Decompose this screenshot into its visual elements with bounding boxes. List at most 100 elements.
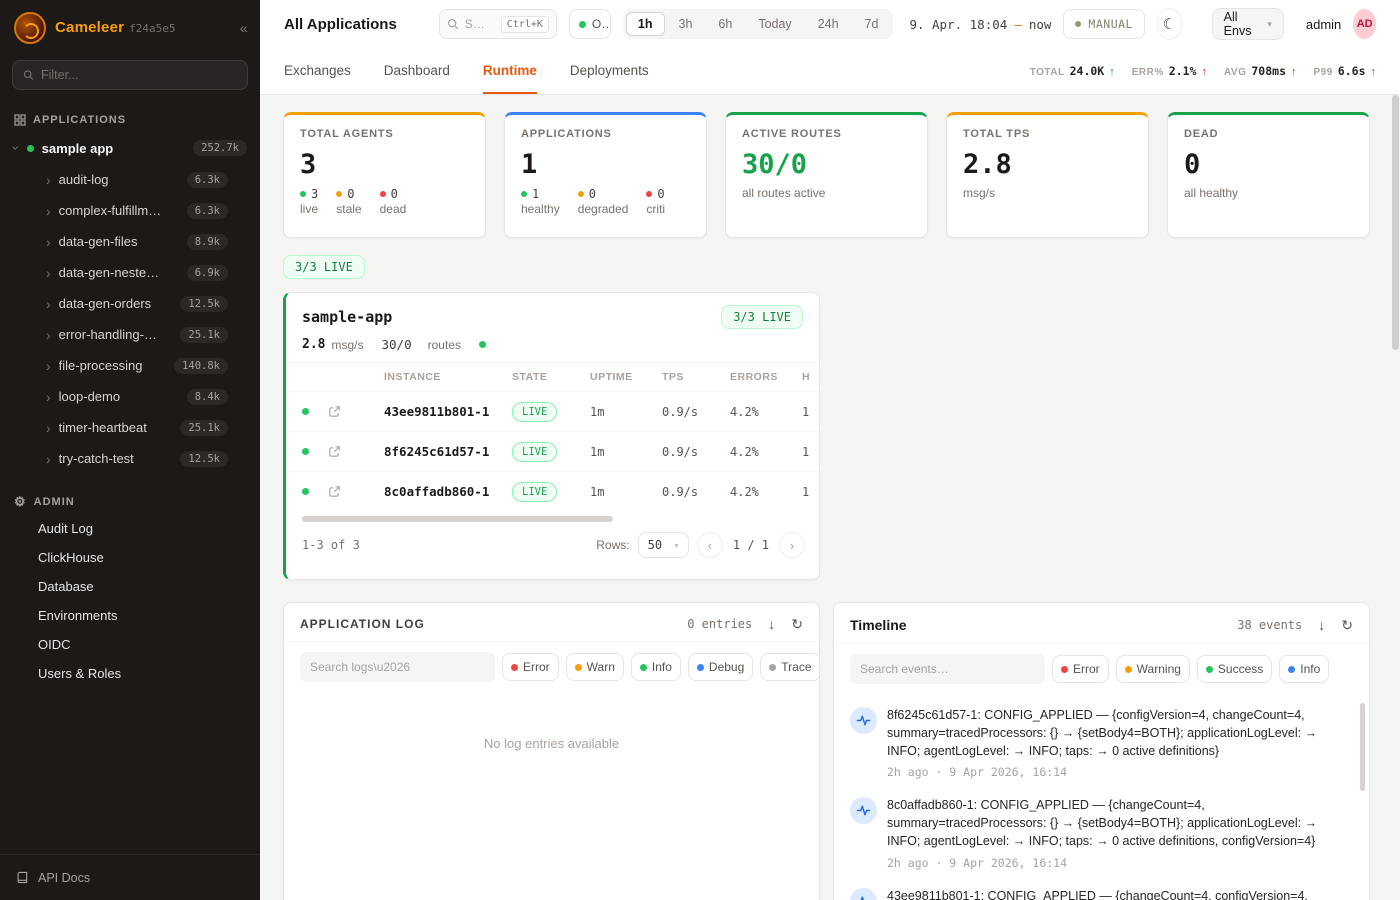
time-range-1h[interactable]: 1h [626,12,665,36]
sidebar-item-audit-log-admin[interactable]: Audit Log [0,514,260,543]
instance-row[interactable]: 8c0affadb860-1 LIVE 1m 0.9/s 4.2% 1 [286,471,819,511]
log-filter-warn[interactable]: Warn [566,653,624,681]
time-range-group: 1h 3h 6h Today 24h 7d [623,9,894,39]
log-filter-debug[interactable]: Debug [688,653,753,681]
avatar[interactable]: AD [1353,9,1376,39]
count-badge: 8.4k [187,389,228,405]
app-card-title[interactable]: sample-app [302,308,392,326]
log-filter-info[interactable]: Info [631,653,681,681]
admin-section-header: ⚙ ADMIN [0,490,260,514]
col-instance: INSTANCE [384,371,512,383]
card-total-agents: TOTAL AGENTS 3 3live 0stale 0dead [283,112,486,238]
timeline-search-input[interactable] [850,654,1045,684]
external-link-icon[interactable] [328,405,384,418]
chevron-right-icon: › [46,173,51,187]
gear-icon: ⚙ [14,494,27,510]
date-range-display[interactable]: 9. Apr. 18:04 — now [909,17,1051,32]
card-subtitle: all routes active [742,186,911,200]
instance-row[interactable]: 43ee9811b801-1 LIVE 1m 0.9/s 4.2% 1 [286,391,819,431]
sidebar-item-data-gen-orders[interactable]: ›data-gen-orders12.5k [0,288,260,319]
global-search[interactable]: Ctrl+K [439,9,557,39]
sidebar-item-complex-fulfillment[interactable]: ›complex-fulfillm…6.3k [0,195,260,226]
table-footer: 1-3 of 3 Rows: 50▾ ‹ 1 / 1 › [286,522,819,558]
dark-mode-toggle[interactable]: ☾ [1157,8,1182,40]
api-docs-link[interactable]: API Docs [0,854,260,900]
online-indicator[interactable]: O… [569,9,611,39]
card-label: APPLICATIONS [521,128,690,140]
date-from: 9. Apr. 18:04 [909,17,1007,32]
arrow-up-icon: ↑ [1201,66,1207,78]
stat-total: TOTAL24.0K↑ [1030,64,1115,78]
sidebar-item-environments[interactable]: Environments [0,601,260,630]
download-icon[interactable]: ↓ [1318,618,1325,632]
refresh-icon[interactable]: ↻ [791,617,803,631]
global-search-input[interactable] [465,17,495,31]
rows-per-page-select[interactable]: 50▾ [638,532,689,558]
sidebar-nav: APPLICATIONS › sample app 252.7k ›audit-… [0,98,260,854]
timeline-event[interactable]: 43ee9811b801-1: CONFIG_APPLIED — {change… [850,879,1347,900]
sidebar-item-loop-demo[interactable]: ›loop-demo8.4k [0,381,260,412]
log-filter-error[interactable]: Error [502,653,559,681]
timeline-scrollbar[interactable] [1360,703,1365,791]
time-range-24h[interactable]: 24h [806,12,851,36]
header-stats: TOTAL24.0K↑ ERR%2.1%↑ AVG708ms↑ P996.6s↑ [1030,48,1376,94]
instance-id: 8f6245c61d57-1 [384,444,512,459]
prev-page-button[interactable]: ‹ [697,532,723,558]
tab-exchanges[interactable]: Exchanges [284,48,351,94]
timeline-filter-error[interactable]: Error [1052,655,1109,683]
sidebar-item-audit-log[interactable]: ›audit-log6.3k [0,164,260,195]
refresh-icon[interactable]: ↻ [1341,618,1353,632]
refresh-mode-button[interactable]: MANUAL [1063,9,1145,39]
sidebar-item-data-gen-files[interactable]: ›data-gen-files8.9k [0,226,260,257]
sidebar-item-clickhouse[interactable]: ClickHouse [0,543,260,572]
route-label: loop-demo [59,389,120,404]
sidebar-item-try-catch-test[interactable]: ›try-catch-test12.5k [0,443,260,474]
error-dot [511,664,518,671]
sidebar-item-timer-heartbeat[interactable]: ›timer-heartbeat25.1k [0,412,260,443]
sidebar-filter-box[interactable] [12,60,248,90]
page-indicator: 1 / 1 [733,538,769,552]
errors-value: 4.2% [730,445,802,459]
admin-item-label: Audit Log [38,521,93,536]
timeline-filter-success[interactable]: Success [1197,655,1272,683]
sidebar-collapse-button[interactable]: « [240,21,248,36]
log-search-input[interactable] [300,652,495,682]
external-link-icon[interactable] [328,485,384,498]
next-page-button[interactable]: › [779,532,805,558]
instance-row[interactable]: 8f6245c61d57-1 LIVE 1m 0.9/s 4.2% 1 [286,431,819,471]
sidebar-item-error-handling[interactable]: ›error-handling-…25.1k [0,319,260,350]
sidebar-item-users-roles[interactable]: Users & Roles [0,659,260,688]
time-range-7d[interactable]: 7d [853,12,891,36]
app-routes-unit: routes [428,338,461,352]
timeline-event[interactable]: 8c0affadb860-1: CONFIG_APPLIED — {change… [850,788,1347,878]
sidebar-item-file-processing[interactable]: ›file-processing140.8k [0,350,260,381]
log-entries-count: 0 entries [687,617,752,631]
download-icon[interactable]: ↓ [768,617,775,631]
time-range-6h[interactable]: 6h [706,12,744,36]
uptime-value: 1m [590,405,662,419]
tab-dashboard[interactable]: Dashboard [384,48,450,94]
event-timestamp: 2h ago · 9 Apr 2026, 16:14 [887,765,1347,779]
timeline-event[interactable]: 8f6245c61d57-1: CONFIG_APPLIED — {config… [850,698,1347,788]
tab-runtime[interactable]: Runtime [483,48,537,94]
timeline-filter-info[interactable]: Info [1279,655,1329,683]
activity-icon [850,888,877,900]
sidebar-item-data-gen-nested[interactable]: ›data-gen-neste…6.9k [0,257,260,288]
filter-input[interactable] [41,68,237,82]
card-dead: DEAD 0 all healthy [1167,112,1370,238]
time-range-3h[interactable]: 3h [667,12,705,36]
time-range-today[interactable]: Today [746,12,803,36]
chevron-down-icon: ▾ [1267,19,1272,30]
card-value: 30/0 [742,149,911,180]
sidebar-item-database[interactable]: Database [0,572,260,601]
instance-status-dot [302,408,309,415]
page-scrollbar[interactable] [1392,95,1399,350]
environment-select[interactable]: All Envs ▾ [1212,8,1284,40]
sidebar-item-oidc[interactable]: OIDC [0,630,260,659]
log-filter-trace[interactable]: Trace [760,653,820,681]
instance-status-dot [302,488,309,495]
tab-deployments[interactable]: Deployments [570,48,649,94]
external-link-icon[interactable] [328,445,384,458]
timeline-filter-warning[interactable]: Warning [1116,655,1190,683]
sidebar-item-sample-app[interactable]: › sample app 252.7k [0,132,260,164]
